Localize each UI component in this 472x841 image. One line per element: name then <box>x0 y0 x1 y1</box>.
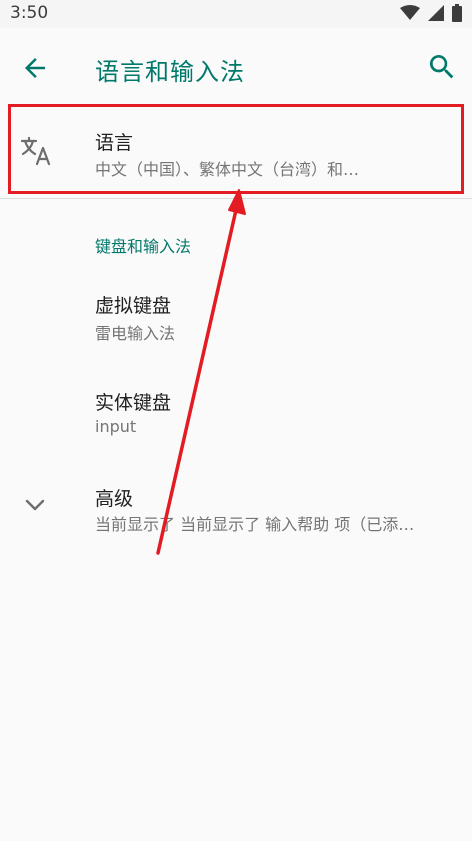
app-bar: 语言和输入法 <box>0 28 472 106</box>
highlight-box <box>8 104 464 194</box>
search-icon[interactable] <box>426 51 458 83</box>
chevron-down-icon <box>25 499 45 511</box>
physical-keyboard-subtitle: input <box>95 417 137 436</box>
virtual-keyboard-title: 虚拟键盘 <box>95 295 172 317</box>
physical-keyboard-row[interactable]: 实体键盘 input <box>0 372 472 460</box>
signal-icon <box>428 5 444 21</box>
status-icons <box>400 4 462 22</box>
status-time: 3:50 <box>10 3 49 23</box>
status-bar: 3:50 <box>0 0 472 28</box>
arrow-left-icon[interactable] <box>20 53 50 83</box>
advanced-row[interactable]: 高级 当前显示了 当前显示了 输入帮助 项（已添… <box>0 468 472 556</box>
virtual-keyboard-row[interactable]: 虚拟键盘 雷电输入法 <box>0 275 472 363</box>
wifi-icon <box>400 5 420 20</box>
advanced-subtitle: 当前显示了 当前显示了 输入帮助 项（已添… <box>95 515 415 534</box>
divider <box>0 198 472 199</box>
virtual-keyboard-subtitle: 雷电输入法 <box>95 324 176 343</box>
advanced-title: 高级 <box>95 488 134 510</box>
keyboard-section-header: 键盘和输入法 <box>95 237 192 256</box>
physical-keyboard-title: 实体键盘 <box>95 392 172 414</box>
battery-icon <box>452 4 462 22</box>
page-title: 语言和输入法 <box>95 58 245 86</box>
